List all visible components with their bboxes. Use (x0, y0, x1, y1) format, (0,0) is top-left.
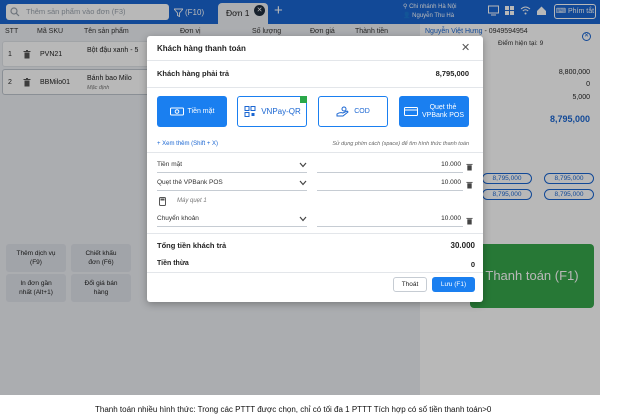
method-label: COD (354, 107, 370, 115)
payment-method-select[interactable]: Chuyển khoản (157, 215, 307, 227)
method-cash-button[interactable]: Tiền mặt (157, 96, 227, 127)
dialog-title: Khách hàng thanh toán (157, 44, 246, 53)
payment-method-select[interactable]: Quẹt thẻ VPBank POS (157, 179, 307, 191)
pos-machine-select[interactable]: Máy quẹt 1 (177, 198, 207, 204)
payment-dialog: Khách hàng thanh toán ✕ Khách hàng phải … (147, 36, 483, 302)
divider (147, 60, 483, 61)
method-label: Tiền mặt (187, 107, 215, 115)
divider (147, 233, 483, 234)
amount-due-label: Khách hàng phải trả (157, 69, 230, 78)
total-paid-label: Tổng tiền khách trả (157, 241, 227, 250)
qr-icon (244, 106, 256, 117)
divider (147, 152, 483, 153)
change-value: 0 (470, 260, 475, 269)
card-icon (403, 107, 418, 116)
trash-icon[interactable] (466, 163, 473, 171)
payment-amount-input[interactable]: 10.000 (317, 161, 463, 173)
payment-method-select[interactable]: Tiền mặt (157, 161, 307, 173)
method-label-line2: VPBank POS (421, 111, 465, 119)
chevron-down-icon (299, 180, 307, 186)
trash-icon[interactable] (466, 217, 473, 225)
amount-due-value: 8,795,000 (435, 69, 469, 78)
method-label: VNPay-QR (261, 106, 301, 116)
method-cod-button[interactable]: COD (318, 96, 388, 127)
change-label: Tiền thừa (157, 260, 189, 267)
payment-method-value: Tiền mặt (157, 161, 183, 168)
close-icon[interactable]: ✕ (461, 41, 470, 54)
search-hint: Sử dụng phím cách (space) để tìm hình th… (332, 141, 469, 147)
pos-machine-icon (159, 197, 166, 206)
cod-hand-icon (336, 106, 349, 117)
trash-icon[interactable] (466, 181, 473, 189)
caption-text: Thanh toán nhiều hình thức: Trong các PT… (95, 405, 492, 414)
see-more-link[interactable]: + Xem thêm (Shift + X) (157, 141, 218, 147)
payment-method-value: Chuyển khoản (157, 215, 199, 222)
divider (147, 87, 483, 88)
pos-app: Thêm sản phẩm vào đơn (F3) (F10) Đơn 1 ✕… (0, 0, 600, 395)
payment-amount-input[interactable]: 10.000 (317, 179, 463, 191)
exit-button[interactable]: Thoát (393, 277, 427, 292)
payment-method-value: Quẹt thẻ VPBank POS (157, 179, 223, 186)
divider (147, 272, 483, 273)
method-vpbank-pos-button[interactable]: Quẹt thẻ VPBank POS (399, 96, 469, 127)
method-vnpay-qr-button[interactable]: VNPay-QR (237, 96, 307, 127)
save-button[interactable]: Lưu (F1) (432, 277, 475, 292)
chevron-down-icon (299, 216, 307, 222)
payment-amount-input[interactable]: 10.000 (317, 215, 463, 227)
cash-icon (169, 107, 184, 116)
chevron-down-icon (299, 162, 307, 168)
total-paid-value: 30.000 (450, 241, 475, 250)
method-label-line1: Quẹt thẻ (429, 103, 457, 111)
method-label: Quẹt thẻ VPBank POS (422, 104, 464, 120)
integrated-badge-icon (300, 96, 307, 103)
